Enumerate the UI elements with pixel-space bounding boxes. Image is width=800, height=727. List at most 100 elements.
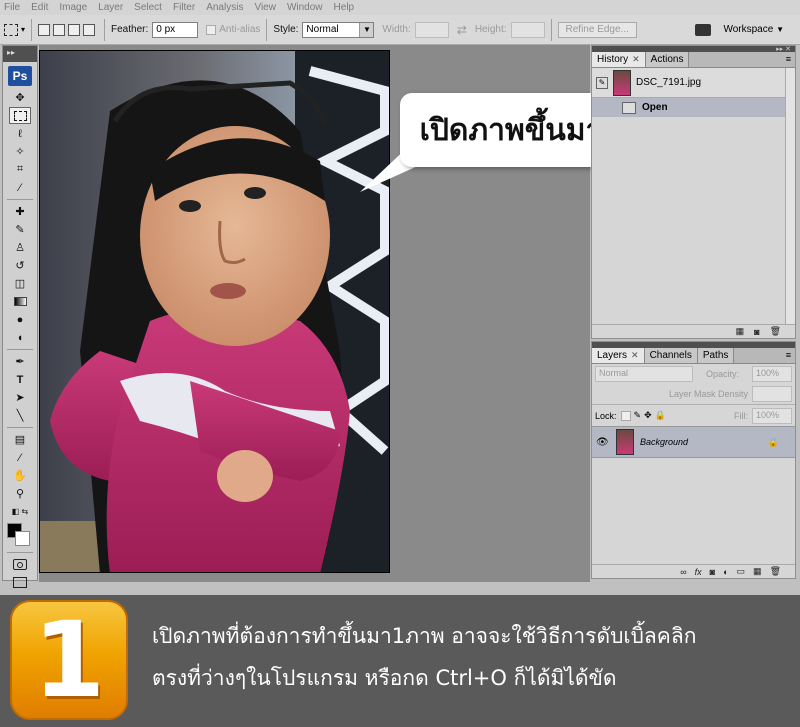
height-input[interactable]: [510, 21, 545, 38]
lock-all-icon[interactable]: 🔒: [655, 410, 666, 421]
history-snapshot-row[interactable]: ✎ DSC_7191.jpg: [592, 68, 795, 98]
history-brush-icon[interactable]: ↺: [9, 257, 31, 274]
refine-edge-button[interactable]: Refine Edge...: [557, 21, 637, 38]
menu-select[interactable]: Select: [134, 2, 162, 13]
intersect-selection-icon[interactable]: [83, 23, 96, 36]
toolbox-grip[interactable]: ▸▸: [3, 46, 37, 62]
notes-tool-icon[interactable]: ▤: [9, 431, 31, 448]
lasso-tool-icon[interactable]: ℓ: [9, 125, 31, 142]
height-label: Height:: [474, 24, 507, 35]
marquee-tool-icon[interactable]: [4, 23, 18, 36]
style-select-value: Normal: [306, 24, 339, 35]
quick-mask-icon[interactable]: [9, 556, 31, 573]
menu-layer[interactable]: Layer: [98, 2, 123, 13]
menu-filter[interactable]: Filter: [173, 2, 195, 13]
lock-position-icon[interactable]: ✥: [644, 410, 652, 421]
new-layer-icon[interactable]: ▦: [753, 566, 762, 577]
bridge-icon[interactable]: [695, 23, 712, 36]
width-input[interactable]: [414, 21, 449, 38]
lock-pixels-icon[interactable]: ✎: [634, 410, 642, 421]
blend-mode-select[interactable]: Normal: [595, 366, 693, 382]
zoom-tool-icon[interactable]: ⚲: [9, 485, 31, 502]
add-mask-icon[interactable]: ◙: [710, 567, 715, 577]
screen-mode-icon[interactable]: [9, 574, 31, 591]
line-tool-icon[interactable]: ╲: [9, 407, 31, 424]
document-photo[interactable]: [39, 50, 390, 573]
healing-brush-icon[interactable]: ✚: [9, 203, 31, 220]
eraser-tool-icon[interactable]: ◫: [9, 275, 31, 292]
rectangular-marquee-icon[interactable]: [9, 107, 31, 124]
crop-tool-icon[interactable]: ⌗: [9, 161, 31, 178]
tab-layers[interactable]: Layers ✕: [592, 348, 645, 363]
tab-paths[interactable]: Paths: [697, 348, 735, 363]
lock-label: Lock:: [595, 410, 617, 421]
open-state-icon: [622, 101, 636, 114]
tool-preset-dropdown-icon[interactable]: ▾: [21, 25, 25, 34]
brush-tool-icon[interactable]: ✎: [9, 221, 31, 238]
trash-icon[interactable]: 🗑: [770, 566, 781, 577]
blur-tool-icon[interactable]: ●: [9, 311, 31, 328]
history-state-open[interactable]: Open: [592, 98, 795, 117]
menu-help[interactable]: Help: [334, 2, 355, 13]
add-selection-icon[interactable]: [53, 23, 66, 36]
workspace-button[interactable]: Workspace ▼: [723, 24, 784, 35]
feather-input[interactable]: 0 px: [152, 21, 199, 38]
menu-view[interactable]: View: [254, 2, 276, 13]
menu-window[interactable]: Window: [287, 2, 323, 13]
gradient-tool-icon[interactable]: [9, 293, 31, 310]
lock-transparent-icon[interactable]: [620, 410, 631, 421]
swap-icon[interactable]: ⇄: [457, 23, 467, 37]
close-icon[interactable]: ✕: [632, 54, 640, 65]
adjustment-layer-icon[interactable]: ◐: [723, 567, 728, 577]
color-swatches[interactable]: [3, 521, 37, 549]
fill-input[interactable]: 100%: [752, 407, 792, 424]
clone-stamp-icon[interactable]: ♙: [9, 239, 31, 256]
trash-icon[interactable]: 🗑: [770, 326, 781, 337]
eye-icon[interactable]: 👁: [596, 437, 610, 448]
new-document-icon[interactable]: ▦: [736, 326, 745, 337]
mask-density-input[interactable]: [752, 386, 792, 402]
style-select[interactable]: Normal ▼: [302, 21, 375, 38]
type-tool-icon[interactable]: T: [9, 371, 31, 388]
history-tabs: History ✕ Actions ≡: [592, 52, 795, 68]
feather-label: Feather:: [111, 24, 149, 35]
panel-menu-icon[interactable]: ≡: [782, 52, 795, 67]
layer-style-icon[interactable]: fx: [695, 567, 702, 577]
history-scrollbar[interactable]: [785, 68, 795, 324]
divider: [7, 199, 33, 200]
speech-bubble: เปิดภาพขึ้นมา: [400, 93, 622, 167]
menu-analysis[interactable]: Analysis: [206, 2, 243, 13]
tab-actions[interactable]: Actions: [645, 52, 690, 67]
tab-history[interactable]: History ✕: [592, 52, 646, 67]
close-icon[interactable]: ✕: [631, 350, 639, 361]
menu-bar: File Edit Image Layer Select Filter Anal…: [0, 0, 800, 15]
panel-menu-icon[interactable]: ≡: [782, 348, 795, 363]
new-group-icon[interactable]: ▭: [737, 566, 746, 577]
color-sampler-icon[interactable]: ⁄: [9, 449, 31, 466]
pen-tool-icon[interactable]: ✒: [9, 353, 31, 370]
menu-file[interactable]: File: [4, 2, 20, 13]
divider: [7, 427, 33, 428]
layer-row-background[interactable]: 👁 Background 🔒: [592, 426, 795, 458]
path-selection-icon[interactable]: ➤: [9, 389, 31, 406]
menu-edit[interactable]: Edit: [31, 2, 48, 13]
eyedropper-tool-icon[interactable]: ⁄: [9, 179, 31, 196]
swap-colors-icon[interactable]: ◧ ⇆: [9, 503, 31, 520]
dodge-tool-icon[interactable]: ◖: [9, 329, 31, 346]
magic-wand-icon[interactable]: ✧: [9, 143, 31, 160]
hand-tool-icon[interactable]: ✋: [9, 467, 31, 484]
new-selection-icon[interactable]: [38, 23, 51, 36]
subtract-selection-icon[interactable]: [68, 23, 81, 36]
background-color[interactable]: [15, 531, 30, 546]
history-brush-source-icon[interactable]: ✎: [596, 76, 608, 89]
move-tool-icon[interactable]: ✥: [9, 89, 31, 106]
mask-density-row: Layer Mask Density: [592, 384, 795, 404]
antialias-checkbox[interactable]: [206, 24, 217, 35]
history-panel: ▸▸ ✕ History ✕ Actions ≡ ✎ DSC_7191.jpg O…: [591, 45, 796, 339]
opacity-input[interactable]: 100%: [751, 366, 792, 382]
new-snapshot-icon[interactable]: ◙: [754, 327, 759, 337]
menu-image[interactable]: Image: [59, 2, 87, 13]
tab-channels[interactable]: Channels: [644, 348, 698, 363]
link-layers-icon[interactable]: ∞: [680, 567, 686, 577]
chevron-down-icon: ▼: [359, 22, 374, 37]
